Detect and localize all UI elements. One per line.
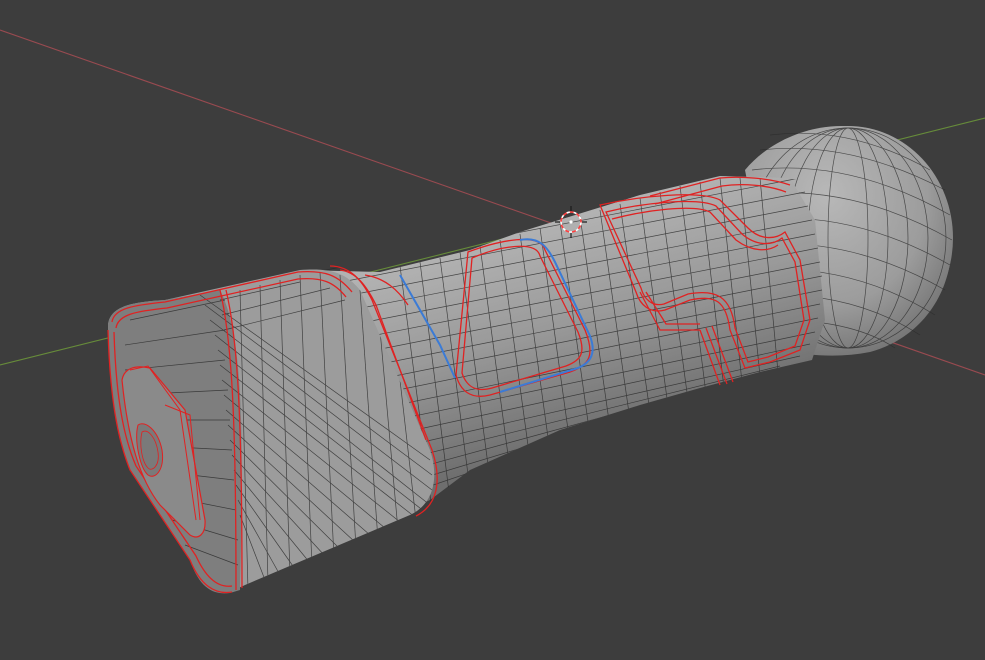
3d-viewport[interactable] [0, 0, 985, 660]
viewport-canvas[interactable] [0, 0, 985, 660]
